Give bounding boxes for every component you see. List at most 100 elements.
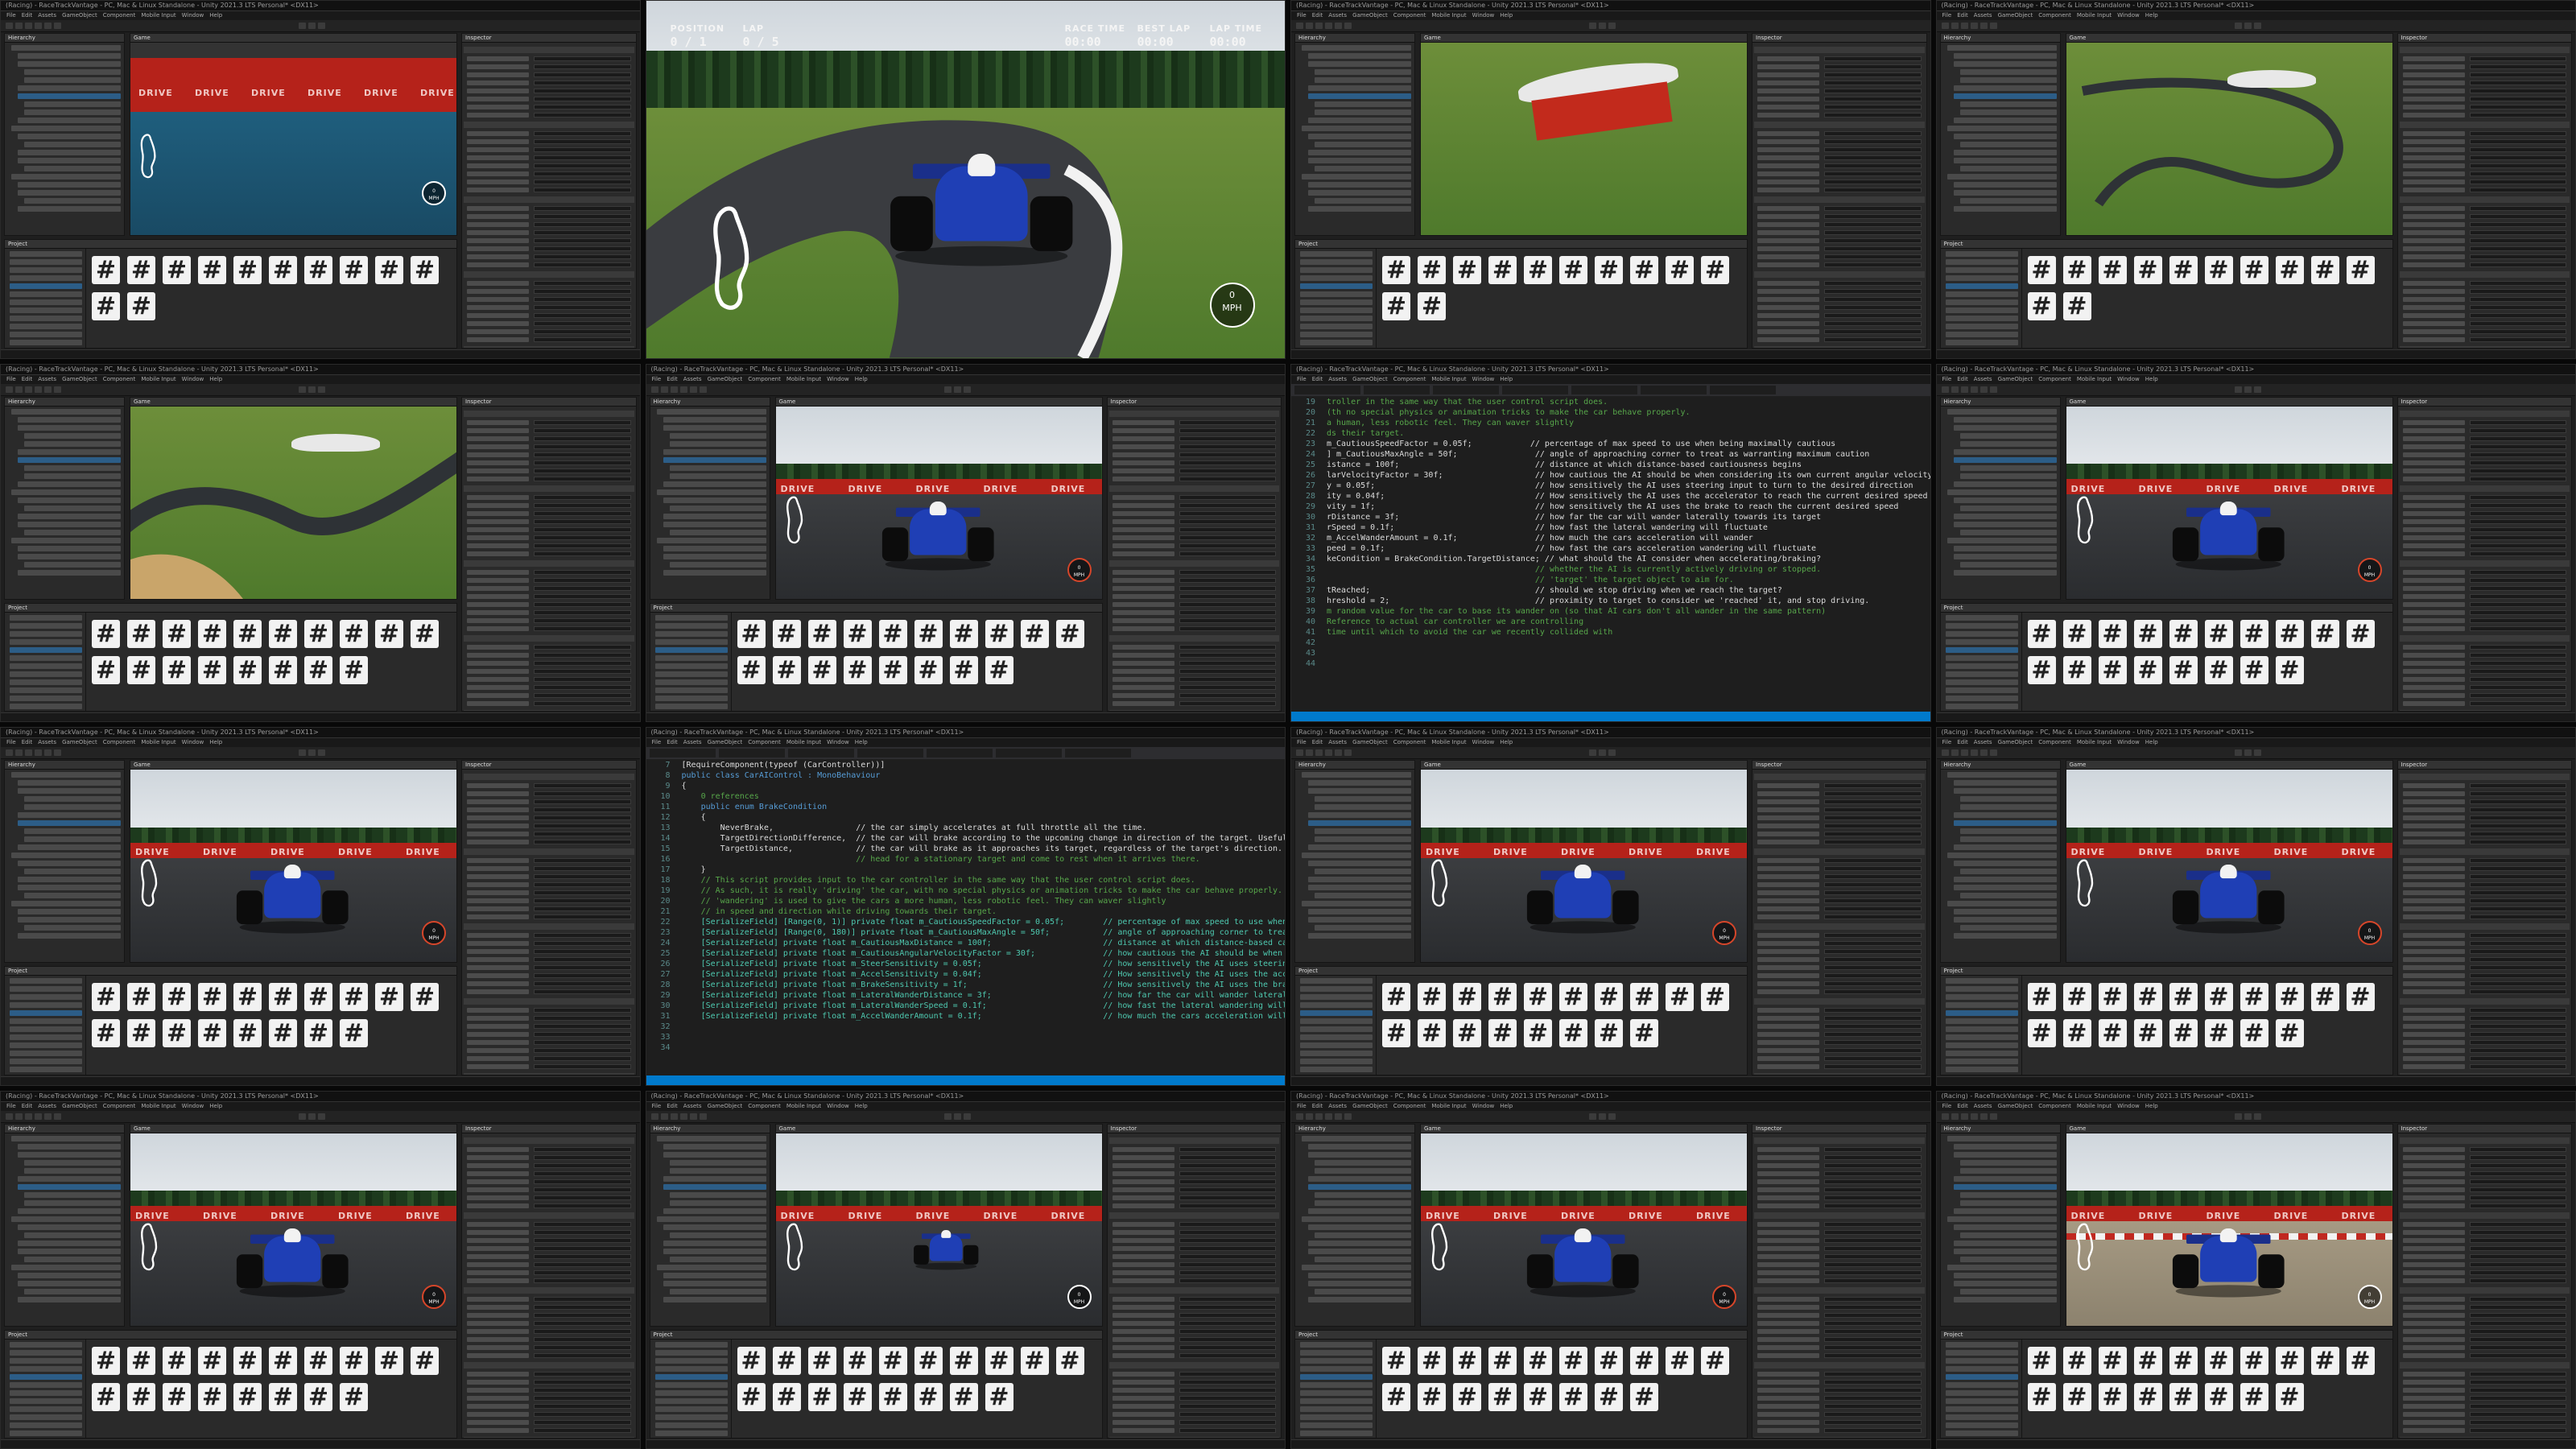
script-asset-icon[interactable]: # [2204, 1346, 2233, 1375]
menu-item[interactable]: Help [1500, 12, 1513, 19]
script-asset-icon[interactable]: # [1595, 256, 1623, 284]
property-field[interactable] [2469, 1016, 2566, 1021]
property-field[interactable] [2469, 1320, 2566, 1326]
property-field[interactable] [2469, 1154, 2566, 1160]
property-field[interactable] [1179, 1278, 1276, 1283]
property-field[interactable] [534, 494, 631, 500]
script-asset-icon[interactable]: # [1524, 983, 1552, 1011]
script-asset-icon[interactable]: # [1630, 1382, 1658, 1411]
property-field[interactable] [1179, 577, 1276, 583]
property-field[interactable] [534, 188, 631, 192]
menu-item[interactable]: GameObject [1352, 12, 1388, 19]
property-field[interactable] [1824, 238, 1922, 243]
hierarchy-item[interactable] [663, 1280, 766, 1286]
script-asset-icon[interactable]: # [163, 1019, 191, 1047]
property-field[interactable] [534, 329, 631, 334]
hierarchy-item[interactable] [1953, 497, 2057, 503]
folder-item[interactable] [654, 1381, 728, 1388]
scene-tab[interactable]: Game [2066, 34, 2392, 43]
editor-tab[interactable] [1502, 385, 1568, 394]
hierarchy-item[interactable] [1953, 481, 2057, 487]
hierarchy-item[interactable] [663, 553, 766, 559]
folder-item[interactable] [1945, 340, 2018, 345]
script-asset-icon[interactable]: # [843, 655, 872, 684]
folder-item[interactable] [10, 1002, 82, 1008]
component-header[interactable] [1108, 709, 1279, 712]
play-control-button[interactable] [963, 386, 971, 393]
menu-item[interactable]: Help [2145, 739, 2158, 745]
folder-item[interactable] [10, 978, 82, 984]
property-field[interactable] [1824, 1261, 1922, 1267]
property-field[interactable] [2469, 799, 2566, 804]
hierarchy-item[interactable] [24, 440, 121, 447]
editor-tab[interactable] [718, 749, 785, 758]
hierarchy-item[interactable] [1953, 1248, 2057, 1254]
hierarchy-item[interactable] [1308, 1224, 1411, 1230]
scene-view[interactable]: Game DRIVE DRIVE DRIVE DRIVE DRIVE 0 MPH [1420, 760, 1748, 963]
menu-item[interactable]: Mobile Input [1431, 376, 1466, 382]
property-field[interactable] [2469, 617, 2566, 623]
script-asset-icon[interactable]: # [2098, 1019, 2127, 1047]
tool-button[interactable] [660, 386, 668, 393]
hierarchy-item[interactable] [1959, 804, 2057, 810]
hierarchy-item[interactable] [18, 481, 121, 487]
component-header[interactable] [2399, 559, 2570, 567]
menu-item[interactable]: Component [103, 1103, 136, 1109]
script-asset-icon[interactable]: # [304, 256, 332, 284]
script-asset-icon[interactable]: # [2133, 1019, 2162, 1047]
property-field[interactable] [534, 1040, 631, 1045]
hierarchy-item[interactable] [1315, 925, 1411, 931]
hierarchy-item[interactable] [669, 561, 766, 568]
folder-item[interactable] [1945, 283, 2018, 289]
property-field[interactable] [534, 222, 631, 227]
script-asset-icon[interactable]: # [375, 619, 403, 648]
property-field[interactable] [534, 131, 631, 136]
hierarchy-item[interactable] [11, 852, 121, 858]
property-field[interactable] [534, 460, 631, 465]
hierarchy-item[interactable] [18, 861, 121, 866]
property-field[interactable] [534, 965, 631, 970]
hierarchy-item[interactable] [24, 166, 121, 171]
tool-button[interactable] [1306, 23, 1313, 29]
property-field[interactable] [1824, 206, 1922, 211]
script-asset-icon[interactable]: # [2310, 1346, 2339, 1375]
script-asset-icon[interactable]: # [1559, 983, 1587, 1011]
property-field[interactable] [1824, 1008, 1922, 1013]
folder-item[interactable] [654, 1414, 728, 1420]
hierarchy-item[interactable] [1946, 772, 2057, 778]
script-asset-icon[interactable]: # [2062, 1382, 2091, 1411]
property-field[interactable] [2469, 1403, 2566, 1409]
menu-item[interactable]: Window [2117, 1103, 2140, 1109]
editor-tab[interactable] [649, 749, 716, 758]
property-field[interactable] [2469, 180, 2566, 184]
folder-item[interactable] [654, 671, 728, 677]
script-asset-icon[interactable]: # [2027, 1346, 2056, 1375]
hierarchy-item[interactable] [1959, 432, 2057, 439]
property-field[interactable] [2469, 313, 2566, 318]
hierarchy-item[interactable] [1946, 852, 2057, 858]
hierarchy-item[interactable] [1959, 101, 2057, 107]
folder-item[interactable] [10, 646, 82, 653]
folder-item[interactable] [10, 687, 82, 693]
script-asset-icon[interactable]: # [269, 655, 297, 684]
property-field[interactable] [534, 1312, 631, 1318]
property-field[interactable] [534, 238, 631, 243]
tool-button[interactable] [1951, 1113, 1959, 1120]
script-asset-icon[interactable]: # [1382, 1019, 1410, 1047]
component-header[interactable] [2399, 1361, 2570, 1368]
hierarchy-item[interactable] [1959, 828, 2057, 834]
tool-button[interactable] [1344, 749, 1352, 756]
hierarchy-item[interactable] [669, 432, 766, 439]
game-viewport[interactable]: DRIVE DRIVE DRIVE DRIVE DRIVE 0 MPH [1421, 1133, 1747, 1326]
play-control-button[interactable] [943, 386, 952, 393]
project-tab[interactable]: Project [1940, 1330, 2392, 1340]
menu-item[interactable]: Mobile Input [141, 376, 175, 382]
property-field[interactable] [2469, 337, 2566, 342]
property-field[interactable] [2469, 933, 2566, 938]
script-asset-icon[interactable]: # [92, 1346, 120, 1375]
property-field[interactable] [1179, 1312, 1276, 1318]
script-asset-icon[interactable]: # [198, 1382, 226, 1411]
script-asset-icon[interactable]: # [2027, 256, 2056, 284]
script-asset-icon[interactable]: # [2062, 655, 2091, 684]
property-field[interactable] [534, 1296, 631, 1302]
